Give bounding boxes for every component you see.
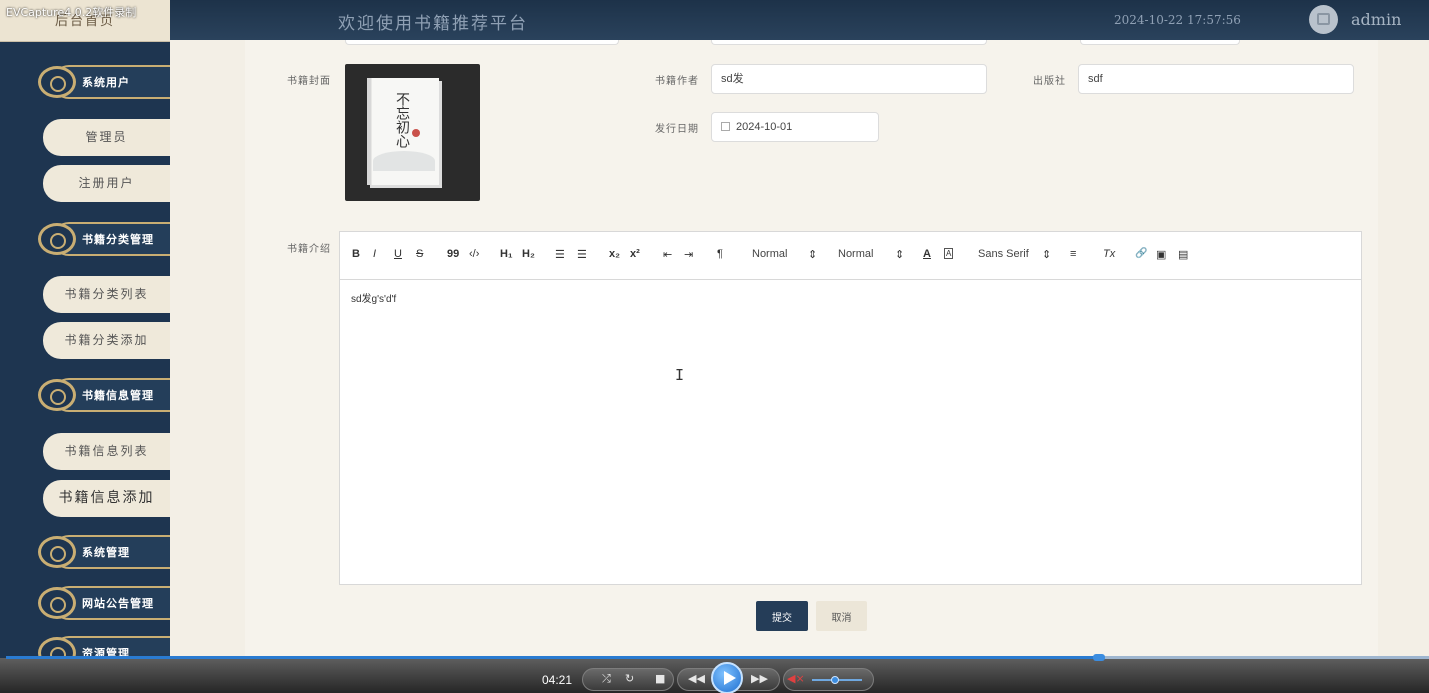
sidebar-item-book-add[interactable]: 书籍信息添加 [43, 480, 170, 517]
align-icon[interactable]: ≡ [1070, 248, 1076, 260]
ornament-icon [38, 587, 76, 619]
menu-group-label: 网站公告管理 [82, 597, 154, 610]
underline-button[interactable]: U [394, 248, 402, 260]
publisher-input[interactable]: sdf [1078, 64, 1354, 94]
cancel-button[interactable]: 取消 [816, 601, 867, 631]
background-color-icon[interactable]: A [944, 248, 954, 259]
bold-button[interactable]: B [352, 248, 360, 260]
book-cover-title: 不忘初心 [394, 92, 410, 148]
datetime-text: 2024-10-22 17:57:56 [1114, 13, 1241, 27]
menu-group-category[interactable]: 书籍分类管理 [38, 219, 170, 259]
cover-upload[interactable]: 不忘初心 [345, 64, 480, 201]
font-select[interactable]: Sans Serif [978, 248, 1029, 260]
menu-group-label: 书籍分类管理 [82, 233, 154, 246]
h2-button[interactable]: H₂ [522, 248, 535, 260]
menu-group-system[interactable]: 系统管理 [38, 532, 170, 572]
bullet-list-icon[interactable]: ☰ [577, 248, 587, 261]
ornament-icon [38, 66, 76, 98]
font-color-icon[interactable]: A [923, 248, 931, 260]
recorder-watermark: EVCapture4.0.2软件录制 [6, 6, 137, 19]
submit-button[interactable]: 提交 [756, 601, 808, 631]
menu-group-label: 系统管理 [82, 546, 130, 559]
text-cursor-icon: I [675, 366, 685, 384]
intro-label: 书籍介绍 [287, 244, 331, 255]
mute-icon[interactable]: ◀× [787, 672, 805, 685]
strike-button[interactable]: S [416, 248, 423, 260]
rewind-icon[interactable]: ◀◀ [688, 672, 705, 685]
h1-button[interactable]: H₁ [500, 248, 513, 260]
ordered-list-icon[interactable]: ☰ [555, 248, 565, 261]
link-icon[interactable]: 🔗 [1135, 248, 1147, 259]
stop-icon[interactable]: ■ [655, 672, 665, 685]
ornament-icon [38, 379, 76, 411]
playback-time: 04:21 [542, 673, 573, 687]
size-select[interactable]: Normal [752, 248, 787, 260]
chevron-updown-icon: ⇕ [895, 249, 905, 261]
user-avatar-icon[interactable] [1309, 5, 1338, 34]
date-picker[interactable]: 2024-10-01 [711, 112, 879, 142]
book-cover-image: 不忘初心 [367, 78, 439, 185]
progress-fill [6, 656, 1099, 659]
username[interactable]: admin [1351, 10, 1401, 29]
cover-label: 书籍封面 [287, 76, 331, 87]
menu-group-book-info[interactable]: 书籍信息管理 [38, 375, 170, 415]
sidebar-item-admin[interactable]: 管理员 [43, 119, 170, 156]
author-input[interactable]: sd发 [711, 64, 987, 94]
video-icon[interactable]: ▤ [1178, 248, 1188, 261]
volume-handle[interactable] [831, 676, 839, 684]
editor-toolbar: B I U S 99 ‹/› H₁ H₂ ☰ ☰ x₂ x² ⇤ ⇥ ¶ Nor… [340, 232, 1361, 280]
editor-text[interactable]: sd发g's'd'f [351, 290, 396, 305]
ornament-icon [38, 536, 76, 568]
calendar-icon [721, 122, 730, 131]
fast-forward-icon[interactable]: ▶▶ [751, 672, 768, 685]
play-icon[interactable] [711, 662, 743, 693]
sidebar-item-registered-users[interactable]: 注册用户 [43, 165, 170, 202]
menu-group-system-users[interactable]: 系统用户 [38, 62, 170, 102]
superscript-button[interactable]: x² [630, 248, 640, 260]
screen: 欢迎使用书籍推荐平台 2024-10-22 17:57:56 admin 后台首… [0, 0, 1429, 693]
shuffle-icon[interactable]: ⤮ [602, 672, 611, 686]
date-value: 2024-10-01 [736, 121, 793, 133]
indent-icon[interactable]: ⇥ [684, 248, 693, 261]
clear-format-icon[interactable]: Tx [1103, 248, 1115, 260]
sidebar-item-category-add[interactable]: 书籍分类添加 [43, 322, 170, 359]
date-label: 发行日期 [655, 124, 699, 135]
chevron-updown-icon: ⇕ [808, 249, 818, 261]
menu-group-label: 书籍信息管理 [82, 389, 154, 402]
author-label: 书籍作者 [655, 76, 699, 87]
ornament-icon [38, 223, 76, 255]
italic-button[interactable]: I [373, 248, 376, 260]
code-block-button[interactable]: ‹/› [469, 248, 479, 260]
repeat-icon[interactable]: ↻ [625, 672, 634, 685]
rich-text-editor[interactable]: B I U S 99 ‹/› H₁ H₂ ☰ ☰ x₂ x² ⇤ ⇥ ¶ Nor… [339, 231, 1362, 585]
outdent-icon[interactable]: ⇤ [663, 248, 672, 261]
sidebar-item-category-list[interactable]: 书籍分类列表 [43, 276, 170, 313]
subscript-button[interactable]: x₂ [609, 248, 620, 260]
welcome-title: 欢迎使用书籍推荐平台 [338, 14, 528, 34]
text-direction-icon[interactable]: ¶ [717, 248, 723, 260]
menu-group-label: 系统用户 [82, 76, 130, 89]
progress-handle[interactable] [1093, 654, 1105, 661]
header-select[interactable]: Normal [838, 248, 873, 260]
top-bar: 欢迎使用书籍推荐平台 2024-10-22 17:57:56 admin [0, 0, 1429, 40]
blockquote-button[interactable]: 99 [447, 248, 459, 260]
sidebar-item-book-list[interactable]: 书籍信息列表 [43, 433, 170, 470]
image-icon[interactable]: ▣ [1156, 248, 1166, 261]
publisher-label: 出版社 [1033, 76, 1066, 87]
chevron-updown-icon: ⇕ [1042, 249, 1052, 261]
menu-group-announcements[interactable]: 网站公告管理 [38, 583, 170, 623]
